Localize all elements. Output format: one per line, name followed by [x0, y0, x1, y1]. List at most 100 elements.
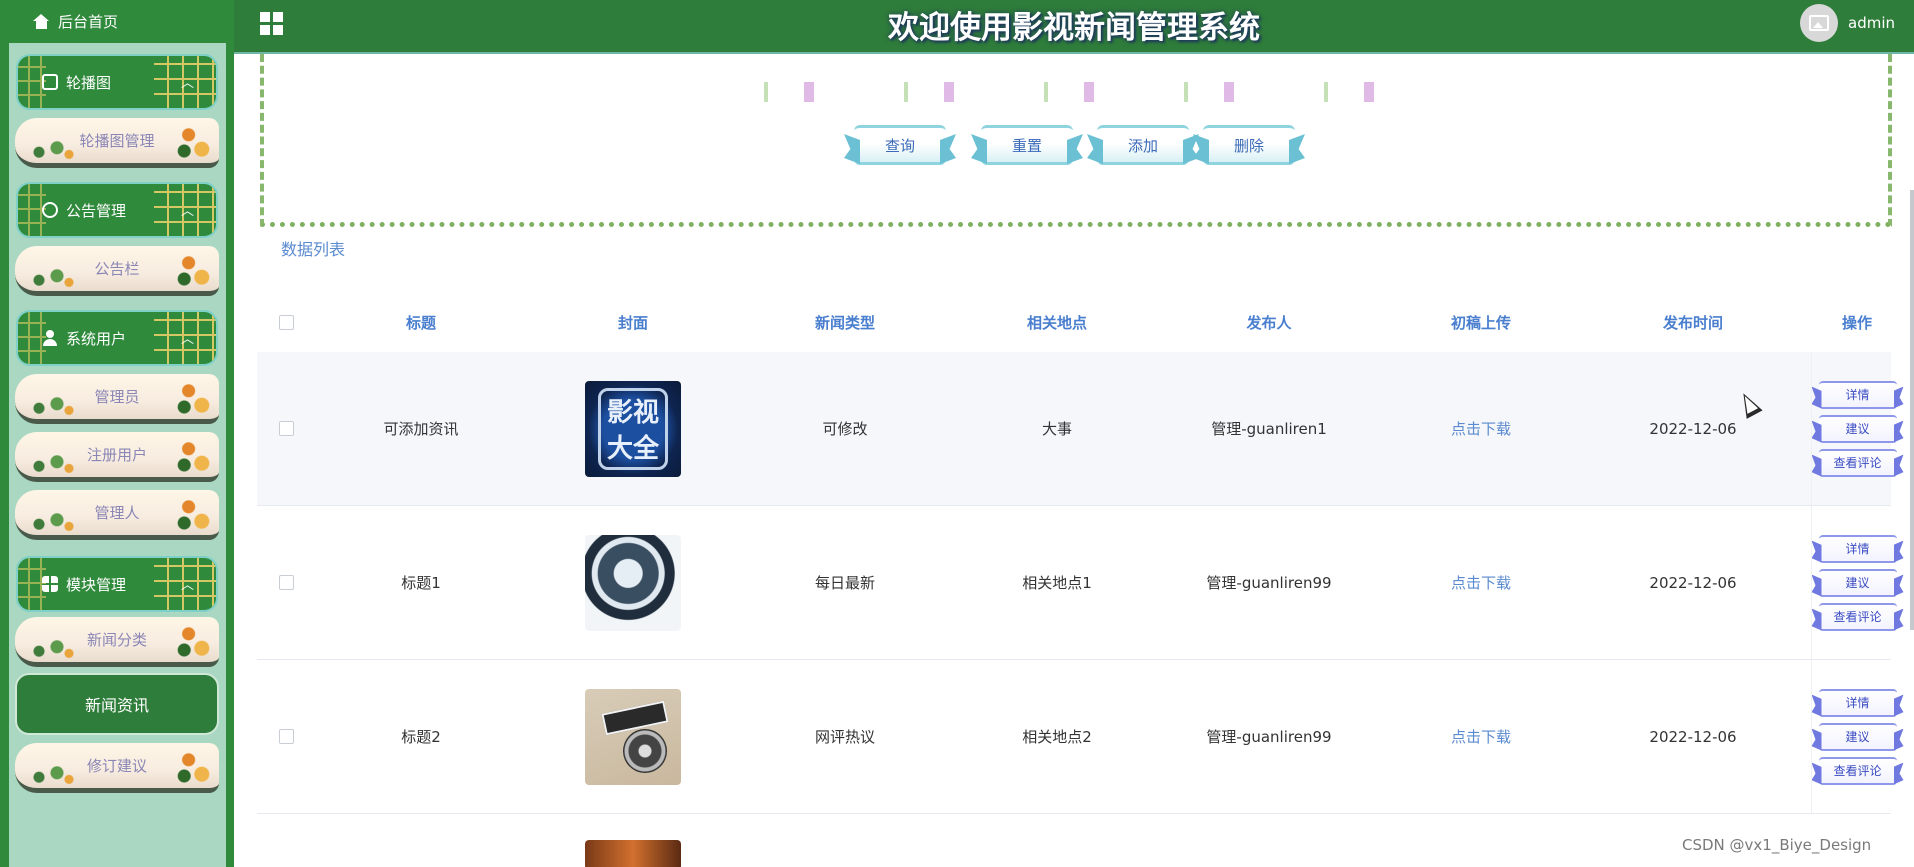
- suggest-button[interactable]: 建议: [1818, 722, 1897, 751]
- cell-type: 可修改: [822, 420, 868, 438]
- add-button[interactable]: 添加: [1097, 125, 1189, 165]
- sidebar-item-carousel-manage[interactable]: 轮播图管理: [15, 118, 219, 168]
- sidebar-item-news-category[interactable]: 新闻分类: [15, 617, 219, 667]
- cell-cover: [527, 840, 739, 867]
- sidebar-item-registered-users[interactable]: 注册用户: [15, 432, 219, 482]
- scrollbar-thumb[interactable]: [1910, 190, 1914, 630]
- table-header: 标题 封面 新闻类型 相关地点 发布人 初稿上传 发布时间 操作: [257, 292, 1891, 352]
- menu-group-carousel[interactable]: 轮播图 ︿: [16, 54, 218, 110]
- menu-group-label: 轮播图: [66, 73, 112, 92]
- download-link[interactable]: 点击下载: [1375, 418, 1587, 439]
- cell-publisher: 管理-guanliren1: [1211, 420, 1327, 438]
- sidebar-item-label: 公告栏: [94, 260, 140, 278]
- cover-image[interactable]: [585, 688, 681, 785]
- cell-place: 相关地点1: [1022, 574, 1092, 592]
- sidebar-item-label: 新闻分类: [86, 631, 147, 649]
- column-header[interactable]: 标题: [315, 312, 527, 333]
- news-table: 标题 封面 新闻类型 相关地点 发布人 初稿上传 发布时间 操作 可添加资讯 影…: [257, 292, 1897, 867]
- select-all-cell: [257, 314, 315, 330]
- column-header: 操作: [1841, 313, 1872, 332]
- query-button[interactable]: 查询: [854, 125, 946, 165]
- cell-publisher: 管理-guanliren99: [1206, 574, 1332, 592]
- row-select-cell: [257, 729, 315, 744]
- data-list-label: 数据列表: [281, 240, 346, 259]
- detail-button[interactable]: 详情: [1818, 534, 1897, 563]
- cover-image[interactable]: [585, 534, 681, 631]
- sidebar-item-label: 修订建议: [86, 757, 147, 775]
- select-all-checkbox[interactable]: [278, 314, 294, 330]
- cell-date: 2022-12-06: [1649, 419, 1737, 438]
- sidebar-item-label: 新闻资讯: [84, 696, 149, 715]
- row-checkbox[interactable]: [278, 421, 294, 436]
- user-icon: [42, 330, 58, 346]
- info-icon: [42, 202, 58, 218]
- menu-group-label: 公告管理: [66, 201, 127, 220]
- table-row: 可添加资讯 影视大全 可修改 大事 管理-guanliren1 点击下载 202…: [257, 352, 1897, 506]
- table-row: [257, 814, 1891, 867]
- cell-cover: [527, 534, 739, 631]
- sidebar-item-label: 注册用户: [86, 446, 147, 464]
- column-header[interactable]: 发布时间: [1587, 312, 1799, 333]
- table-row: 标题1 每日最新 相关地点1 管理-guanliren99 点击下载 2022-…: [257, 506, 1897, 660]
- cover-badge-text: 影视大全: [598, 387, 668, 470]
- row-actions: 详情 建议 查看评论: [1811, 506, 1903, 659]
- username[interactable]: admin: [1848, 14, 1895, 32]
- cell-title: 可添加资讯: [383, 420, 459, 438]
- sidebar-item-revision-suggestions[interactable]: 修订建议: [15, 743, 219, 793]
- view-comments-button[interactable]: 查看评论: [1818, 448, 1897, 477]
- menu-group-label: 模块管理: [66, 575, 127, 594]
- menu-group-modules[interactable]: 模块管理 ︿: [16, 556, 218, 612]
- cell-title: 标题2: [401, 728, 441, 746]
- detail-button[interactable]: 详情: [1818, 380, 1897, 409]
- sidebar-item-managers[interactable]: 管理人: [15, 490, 219, 540]
- delete-button[interactable]: 删除: [1203, 125, 1295, 165]
- menu-group-notice[interactable]: 公告管理 ︿: [16, 182, 218, 238]
- reset-button[interactable]: 重置: [981, 125, 1073, 165]
- avatar[interactable]: [1800, 4, 1838, 42]
- column-header[interactable]: 相关地点: [951, 312, 1163, 333]
- row-actions: 详情 建议 查看评论: [1811, 352, 1903, 505]
- row-select-cell: [257, 575, 315, 590]
- grid-icon: [42, 576, 58, 592]
- row-checkbox[interactable]: [278, 729, 294, 744]
- sidebar-item-notice-board[interactable]: 公告栏: [15, 246, 219, 296]
- cover-image[interactable]: [585, 840, 681, 867]
- cover-image[interactable]: 影视大全: [585, 380, 681, 477]
- column-header: 封面: [617, 313, 648, 332]
- view-comments-button[interactable]: 查看评论: [1818, 756, 1897, 785]
- sidebar-item-label: 轮播图管理: [79, 132, 155, 150]
- sidebar-item-news[interactable]: 新闻资讯: [15, 673, 219, 735]
- suggest-button[interactable]: 建议: [1818, 414, 1897, 443]
- cell-publisher: 管理-guanliren99: [1206, 728, 1332, 746]
- image-icon: [42, 74, 58, 90]
- cell-place: 大事: [1041, 420, 1072, 438]
- home-link[interactable]: 后台首页: [9, 0, 226, 43]
- column-header[interactable]: 发布人: [1163, 312, 1375, 333]
- decorative-flowers: [704, 82, 1444, 102]
- cell-cover: 影视大全: [527, 380, 739, 477]
- cell-type: 每日最新: [814, 574, 875, 592]
- home-icon: [33, 14, 50, 29]
- cell-title: 标题1: [401, 574, 441, 592]
- view-comments-button[interactable]: 查看评论: [1818, 602, 1897, 631]
- sidebar-item-admins[interactable]: 管理员: [15, 374, 219, 424]
- row-checkbox[interactable]: [278, 575, 294, 590]
- sidebar-item-label: 管理人: [94, 504, 140, 522]
- download-link[interactable]: 点击下载: [1375, 572, 1587, 593]
- watermark: CSDN @vx1_Biye_Design: [1682, 836, 1872, 854]
- cell-type: 网评热议: [814, 728, 875, 746]
- top-header: 欢迎使用影视新闻管理系统 admin: [234, 0, 1914, 54]
- page-title: 欢迎使用影视新闻管理系统: [888, 10, 1260, 46]
- menu-group-system-users[interactable]: 系统用户 ︿: [16, 310, 218, 366]
- cell-date: 2022-12-06: [1649, 573, 1737, 592]
- cell-cover: [527, 688, 739, 785]
- chevron-up-icon: ︿: [180, 76, 194, 91]
- sidebar: 后台首页 轮播图 ︿ 轮播图管理 公告管理 ︿ 公告栏 系统用户 ︿ 管理员 注…: [0, 0, 234, 867]
- image-placeholder-icon: [1809, 15, 1829, 31]
- table-row: 标题2 网评热议 相关地点2 管理-guanliren99 点击下载 2022-…: [257, 660, 1897, 814]
- download-link[interactable]: 点击下载: [1375, 726, 1587, 747]
- detail-button[interactable]: 详情: [1818, 688, 1897, 717]
- chevron-up-icon: ︿: [180, 332, 194, 347]
- suggest-button[interactable]: 建议: [1818, 568, 1897, 597]
- column-header[interactable]: 新闻类型: [739, 312, 951, 333]
